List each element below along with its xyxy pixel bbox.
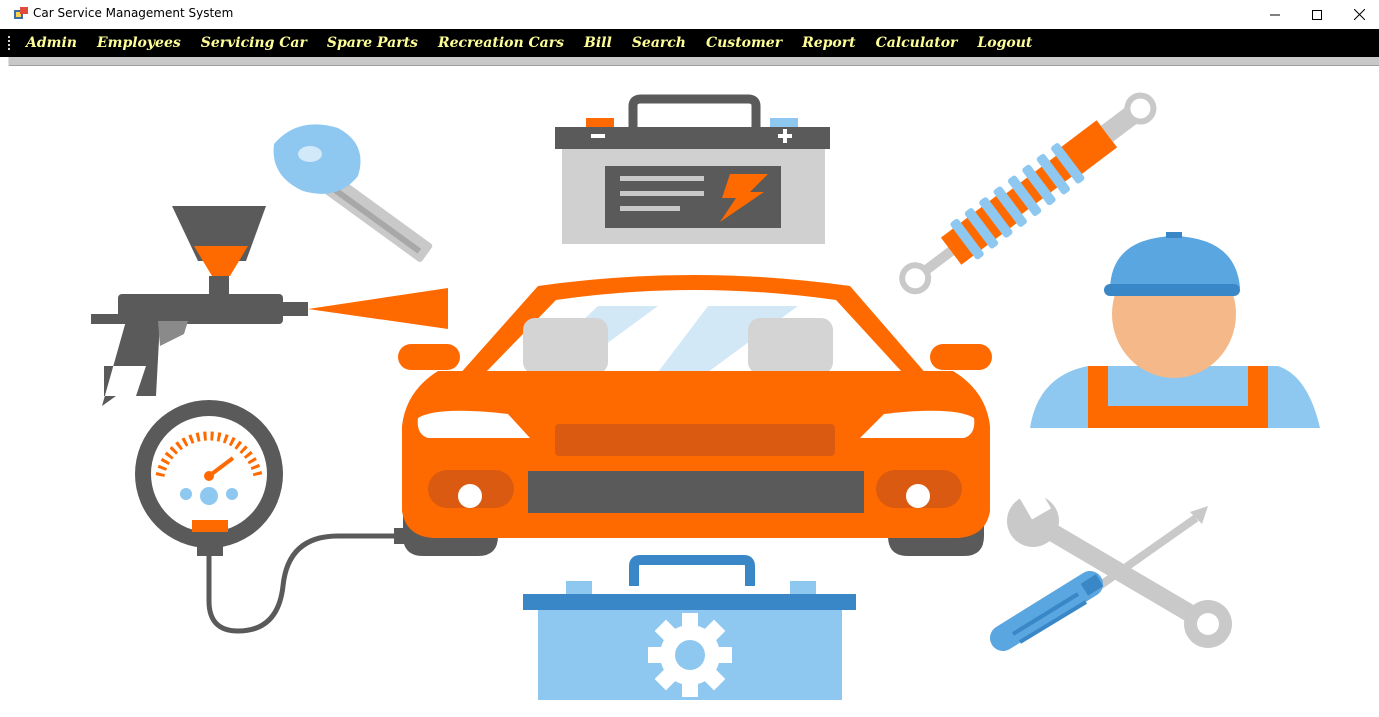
wrench-screwdriver-icon [990, 482, 1232, 651]
title-bar: Car Service Management System [0, 0, 1379, 30]
maximize-button[interactable] [1295, 0, 1339, 29]
pressure-gauge-icon [135, 400, 404, 634]
car-front-icon [398, 275, 992, 556]
menu-item-spare-parts[interactable]: Spare Parts [317, 29, 428, 57]
minimize-button[interactable] [1253, 0, 1297, 29]
app-icon [14, 7, 28, 19]
menu-item-calculator[interactable]: Calculator [866, 29, 968, 57]
car-service-illustration [91, 92, 1320, 700]
menu-item-employees[interactable]: Employees [87, 29, 191, 57]
car-battery-icon [555, 94, 830, 244]
menu-item-report[interactable]: Report [792, 29, 866, 57]
minimize-icon [1270, 14, 1280, 15]
menu-bar: Admin Employees Servicing Car Spare Part… [0, 29, 1379, 57]
menu-item-customer[interactable]: Customer [696, 29, 792, 57]
menu-item-search[interactable]: Search [622, 29, 696, 57]
car-key-icon [273, 124, 433, 262]
toolbox-icon [523, 555, 856, 700]
close-icon [1353, 9, 1365, 20]
menu-item-servicing-car[interactable]: Servicing Car [191, 29, 317, 57]
main-panel [8, 66, 1379, 717]
menu-item-admin[interactable]: Admin [14, 29, 87, 57]
menu-item-recreation-cars[interactable]: Recreation Cars [428, 29, 574, 57]
maximize-icon [1312, 9, 1322, 20]
mechanic-icon [1030, 232, 1320, 428]
menu-item-logout[interactable]: Logout [967, 29, 1042, 57]
menu-divider [6, 57, 1379, 66]
close-button[interactable] [1337, 0, 1379, 29]
menu-grip-icon[interactable] [4, 29, 14, 57]
window-title: Car Service Management System [33, 6, 234, 20]
menu-item-bill[interactable]: Bill [574, 29, 622, 57]
